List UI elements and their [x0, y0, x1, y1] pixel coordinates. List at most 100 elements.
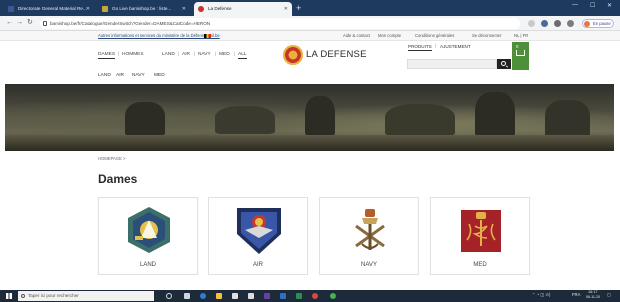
help-contact-link[interactable]: Aide & contact	[343, 31, 370, 41]
chrome-icon[interactable]	[330, 293, 336, 299]
lock-icon	[43, 21, 47, 26]
tab-label: Go Live bamishop.be : liste...	[112, 6, 172, 11]
cart-icon	[516, 50, 525, 56]
nav-hommes[interactable]: HOMMES	[122, 52, 144, 57]
med-emblem-icon	[461, 210, 501, 252]
belgian-flag-icon	[204, 34, 211, 38]
nav-land[interactable]: LAND	[162, 52, 175, 57]
nav-med[interactable]: MED	[219, 52, 230, 57]
air-emblem-icon	[237, 208, 281, 254]
divider: |	[194, 52, 196, 57]
url-text: bamishop.be/fr/Catalogue/GenderSwitch?Ge…	[50, 21, 211, 26]
word-icon[interactable]	[280, 293, 286, 299]
card-label: AIR	[252, 262, 263, 268]
edge-icon[interactable]	[200, 293, 206, 299]
nav-dames[interactable]: DAMES	[98, 52, 116, 59]
logout-link[interactable]: Se déconnecter	[472, 31, 501, 41]
new-tab-icon[interactable]: +	[296, 2, 301, 14]
task-view-icon[interactable]	[184, 293, 190, 299]
search-icon	[501, 61, 506, 66]
terms-link[interactable]: Conditions générales	[415, 31, 454, 41]
divider: |	[215, 52, 217, 57]
tray-icons[interactable]: ⌃ ◔ ◫ ⊙)	[532, 292, 550, 297]
category-card-navy[interactable]: NAVY	[319, 197, 419, 275]
la-defense-logo-icon[interactable]	[283, 45, 303, 65]
star-icon[interactable]	[528, 20, 535, 27]
cart-button[interactable]: 0	[512, 42, 529, 70]
store-icon[interactable]	[232, 293, 238, 299]
address-bar[interactable]: bamishop.be/fr/Catalogue/GenderSwitch?Ge…	[40, 18, 520, 29]
divider: |	[435, 44, 437, 49]
minimize-icon[interactable]: —	[572, 2, 578, 8]
close-icon[interactable]: ✕	[284, 2, 288, 16]
category-card-air[interactable]: AIR	[208, 197, 308, 275]
tab-label: Directorate General Material Re...	[18, 6, 87, 11]
category-card-med[interactable]: MED	[430, 197, 530, 275]
teams-icon[interactable]	[264, 293, 270, 299]
extension-icon[interactable]	[541, 20, 548, 27]
subnav-navy[interactable]: NAVY	[132, 73, 145, 78]
windows-start-icon[interactable]	[6, 293, 12, 299]
search-icon	[21, 294, 25, 298]
profile-button[interactable]: En pause	[582, 19, 614, 28]
facebook-favicon-icon	[8, 6, 14, 12]
forward-icon[interactable]: →	[16, 18, 23, 28]
subnav-air[interactable]: AIR	[116, 73, 124, 78]
browser-tab-strip: Directorate General Material Re... ✕ Go …	[0, 0, 620, 16]
clock-date[interactable]: 06-11-20	[586, 295, 600, 300]
language-switch[interactable]: NL | FR	[514, 31, 528, 41]
back-icon[interactable]: ←	[6, 18, 13, 28]
category-card-land[interactable]: LAND	[98, 197, 198, 275]
divider: |	[118, 52, 120, 57]
browser-tab-1[interactable]: Directorate General Material Re... ✕	[4, 2, 94, 16]
subnav-land[interactable]: LAND	[98, 73, 111, 78]
nav-navy[interactable]: NAVY	[198, 52, 211, 57]
extension-icon[interactable]	[554, 20, 561, 27]
excel-icon[interactable]	[296, 293, 302, 299]
mil-notice-link[interactable]: Autres informations et services du minis…	[98, 31, 220, 41]
reload-icon[interactable]: ↻	[27, 18, 33, 28]
maximize-icon[interactable]: ☐	[590, 2, 595, 9]
browser-toolbar: ← → ↻ bamishop.be/fr/Catalogue/GenderSwi…	[0, 16, 620, 31]
close-icon[interactable]: ✕	[182, 2, 186, 16]
taskbar-search-input[interactable]: Taper ici pour rechercher	[18, 291, 154, 301]
cart-count: 0	[516, 44, 519, 49]
search-input[interactable]	[407, 59, 497, 69]
avatar	[584, 21, 590, 27]
profile-label: En pause	[593, 21, 611, 26]
subnav-med[interactable]: MED	[154, 73, 165, 78]
windows-taskbar: Taper ici pour rechercher ⌃ ◔ ◫ ⊙) FRA 1…	[0, 290, 620, 302]
card-label: LAND	[139, 262, 156, 268]
divider: |	[234, 52, 236, 57]
nav-all[interactable]: ALL	[238, 52, 247, 59]
navy-emblem-icon	[355, 209, 385, 250]
nav-air[interactable]: AIR	[182, 52, 190, 57]
defense-favicon-icon	[198, 6, 204, 12]
gov-top-strip: Autres informations et services du minis…	[0, 31, 620, 41]
browser-tab-2[interactable]: Go Live bamishop.be : liste... ✕	[98, 2, 190, 16]
app-icon[interactable]	[312, 293, 318, 299]
nav-produits[interactable]: PRODUITS	[408, 44, 432, 51]
page-title: Dames	[98, 172, 138, 186]
mail-icon[interactable]	[248, 293, 254, 299]
brand-name[interactable]: LA DEFENSE	[306, 49, 367, 60]
extension-icon[interactable]	[567, 20, 574, 27]
close-window-icon[interactable]: ✕	[607, 2, 612, 9]
file-explorer-icon[interactable]	[216, 293, 222, 299]
my-account-link[interactable]: Mon compte	[378, 31, 401, 41]
cortana-icon[interactable]	[166, 293, 172, 299]
breadcrumb[interactable]: HOMEPAGE >	[98, 156, 126, 161]
divider: |	[178, 52, 180, 57]
tab-label: La Defense	[208, 6, 232, 11]
card-label: NAVY	[361, 262, 377, 268]
search-button[interactable]	[497, 59, 511, 69]
close-icon[interactable]: ✕	[86, 2, 90, 16]
input-language[interactable]: FRA	[572, 292, 580, 297]
nav-ajustement[interactable]: AJUSTEMENT	[440, 44, 471, 49]
browser-tab-active[interactable]: La Defense ✕	[194, 2, 292, 16]
notifications-icon[interactable]: ▢	[607, 292, 611, 297]
hero-banner-image	[5, 84, 614, 151]
land-emblem-icon	[128, 207, 170, 253]
taskbar-search-placeholder: Taper ici pour rechercher	[28, 293, 79, 298]
card-label: MED	[473, 262, 487, 268]
